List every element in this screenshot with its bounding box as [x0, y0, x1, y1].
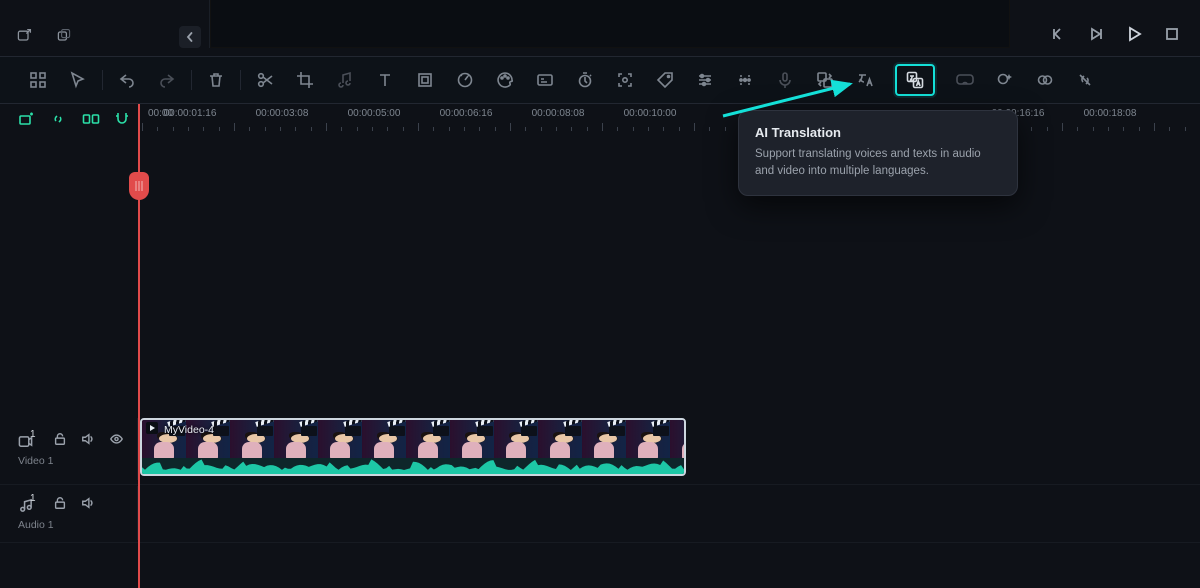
text-icon[interactable] [365, 64, 405, 96]
focus-icon[interactable] [605, 64, 645, 96]
clip-thumbnail [582, 420, 626, 462]
preview-panel [210, 0, 1010, 48]
clip-thumbnail [406, 420, 450, 462]
audio-lane[interactable] [138, 486, 1200, 540]
track-head-video: 1 Video 1 [0, 418, 138, 480]
prev-frame-icon[interactable] [1050, 26, 1066, 47]
ruler-label: 00:00:06:16 [440, 108, 493, 119]
mute-icon[interactable] [81, 432, 95, 451]
speed-icon[interactable] [445, 64, 485, 96]
trash-icon[interactable] [196, 64, 236, 96]
clip-thumbnail [494, 420, 538, 462]
ai-translate-tooltip: AI Translation Support translating voice… [738, 110, 1018, 196]
lock-slot-icon[interactable] [53, 496, 67, 515]
track-head-audio: 1 Audio 1 [0, 486, 138, 540]
stopwatch-icon[interactable] [565, 64, 605, 96]
playhead[interactable] [138, 104, 140, 588]
mute-icon[interactable] [81, 496, 95, 515]
clip-waveform [142, 458, 684, 474]
new-tab-icon[interactable] [16, 28, 32, 44]
video-clip[interactable]: MyVideo-4 [140, 418, 686, 476]
clip-thumbnail [362, 420, 406, 462]
ruler-label: 00:00:05:00 [348, 108, 401, 119]
copy-tab-icon[interactable] [56, 28, 72, 44]
timeline-ruler[interactable]: 00:00 00:00:01:1600:00:03:0800:00:05:000… [138, 104, 1200, 136]
track-video-1: 1 Video 1 MyVideo-4 [0, 418, 1200, 480]
track-label: Video 1 [18, 455, 137, 467]
sparkle-icon[interactable] [985, 64, 1025, 96]
clip-title: MyVideo-4 [164, 424, 214, 436]
audio-track-icon: 1 [18, 498, 39, 513]
clip-thumbnail [274, 420, 318, 462]
palette-icon[interactable] [485, 64, 525, 96]
track-options [0, 104, 138, 136]
clip-thumbnail [670, 420, 686, 462]
tracks-area: 1 Video 1 MyVideo-4 [0, 136, 1200, 588]
track-label: Audio 1 [18, 519, 137, 531]
clip-thumbnail [230, 420, 274, 462]
scissors-icon[interactable] [245, 64, 285, 96]
visibility-icon[interactable] [109, 432, 124, 451]
link-icon[interactable] [50, 111, 68, 129]
add-layer-icon[interactable] [18, 111, 36, 129]
music-icon[interactable] [325, 64, 365, 96]
video-lane[interactable]: MyVideo-4 [138, 418, 1200, 480]
clip-thumbnail [626, 420, 670, 462]
ruler-label: 00:00:03:08 [256, 108, 309, 119]
translate-icon[interactable] [845, 64, 885, 96]
stop-icon[interactable] [1164, 26, 1180, 47]
tooltip-title: AI Translation [755, 125, 1001, 140]
redo-icon[interactable] [147, 64, 187, 96]
ruler-label: 00:00:10:00 [624, 108, 677, 119]
keyframes-icon[interactable] [725, 64, 765, 96]
ai-translate-button[interactable] [895, 64, 935, 96]
magnet-icon[interactable] [114, 111, 132, 129]
tooltip-body: Support translating voices and texts in … [755, 146, 1001, 179]
playhead-handle[interactable] [129, 172, 149, 200]
overlay-swap-icon[interactable] [805, 64, 845, 96]
mic-icon[interactable] [765, 64, 805, 96]
cut-region-icon[interactable] [82, 111, 100, 129]
ruler-label: 00:00:01:16 [164, 108, 217, 119]
cursor-icon[interactable] [58, 64, 98, 96]
ruler-label: 00:00:08:08 [532, 108, 585, 119]
frame-icon[interactable] [405, 64, 445, 96]
link-off-icon[interactable] [1065, 64, 1105, 96]
vr-icon[interactable] [945, 64, 985, 96]
step-icon[interactable] [1088, 26, 1104, 47]
color-swap-icon[interactable] [1025, 64, 1065, 96]
track-audio-1: 1 Audio 1 [0, 486, 1200, 540]
clip-thumbnail [538, 420, 582, 462]
clip-thumbnail [450, 420, 494, 462]
clip-play-icon [146, 422, 158, 437]
collapse-panel-button[interactable] [179, 26, 201, 48]
ruler-label: 00:00:18:08 [1084, 108, 1137, 119]
undo-icon[interactable] [107, 64, 147, 96]
clip-thumbnail [318, 420, 362, 462]
timeline-toolbar [0, 56, 1200, 104]
video-track-icon: 1 [18, 434, 39, 449]
sliders-icon[interactable] [685, 64, 725, 96]
crop-icon[interactable] [285, 64, 325, 96]
apps-icon[interactable] [18, 64, 58, 96]
play-icon[interactable] [1126, 26, 1142, 47]
tag-icon[interactable] [645, 64, 685, 96]
lock-slot-icon[interactable] [53, 432, 67, 451]
caption-icon[interactable] [525, 64, 565, 96]
